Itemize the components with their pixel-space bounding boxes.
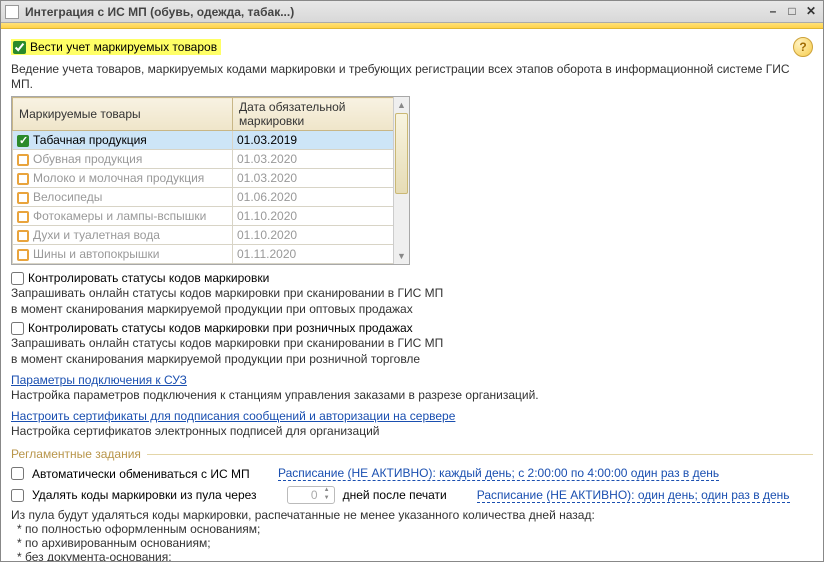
delete-codes-label: Удалять коды маркировки из пула через (32, 488, 257, 502)
auto-exchange-checkbox[interactable] (11, 467, 24, 480)
scroll-thumb[interactable] (395, 113, 408, 194)
row-date: 01.10.2020 (233, 207, 394, 226)
table-scrollbar[interactable]: ▲ ▼ (393, 97, 409, 264)
maximize-button[interactable]: □ (784, 5, 800, 19)
control-retail-sub2: в момент сканирования маркируемой продук… (11, 352, 813, 367)
section-divider (147, 454, 813, 455)
products-table-wrap: Маркируемые товары Дата обязательной мар… (11, 96, 410, 265)
row-name: Шины и автопокрышки (33, 247, 159, 261)
close-button[interactable]: ✕ (803, 5, 819, 19)
control-sub2: в момент сканирования маркируемой продук… (11, 302, 813, 317)
help-icon[interactable]: ? (793, 37, 813, 57)
section-title-text: Регламентные задания (11, 447, 141, 461)
content-area: Вести учет маркируемых товаров ? Ведение… (1, 29, 823, 561)
spin-down-icon[interactable]: ▼ (321, 495, 333, 503)
row-name: Молоко и молочная продукция (33, 171, 204, 185)
delete-codes-checkbox[interactable] (11, 489, 24, 502)
row-name: Духи и туалетная вода (33, 228, 160, 242)
control-statuses-checkbox[interactable] (11, 272, 24, 285)
products-table: Маркируемые товары Дата обязательной мар… (12, 97, 394, 264)
row-date: 01.11.2020 (233, 245, 394, 264)
main-checkbox-label: Вести учет маркируемых товаров (30, 40, 217, 54)
row-checkbox-icon[interactable] (17, 230, 29, 242)
row-name: Табачная продукция (33, 133, 147, 147)
row-name: Велосипеды (33, 190, 102, 204)
table-row[interactable]: Табачная продукция 01.03.2019 (13, 131, 394, 150)
main-checkbox[interactable] (13, 41, 26, 54)
row-checkbox-icon[interactable] (17, 249, 29, 261)
params-sub: Настройка параметров подключения к станц… (11, 388, 813, 403)
days-value: 0 (311, 488, 318, 502)
footnote-intro: Из пула будут удаляться коды маркировки,… (11, 508, 813, 522)
days-input[interactable]: 0 ▲ ▼ (287, 486, 335, 504)
table-row[interactable]: Духи и туалетная вода 01.10.2020 (13, 226, 394, 245)
certs-link[interactable]: Настроить сертификаты для подписания соо… (11, 409, 455, 423)
control-retail-sub1: Запрашивать онлайн статусы кодов маркиро… (11, 336, 813, 351)
main-checkbox-wrap: Вести учет маркируемых товаров (11, 39, 221, 55)
scroll-up-icon[interactable]: ▲ (394, 97, 409, 113)
row-checkbox-icon[interactable] (17, 154, 29, 166)
table-row[interactable]: Обувная продукция 01.03.2020 (13, 150, 394, 169)
window-frame: Интеграция с ИС МП (обувь, одежда, табак… (0, 0, 824, 562)
auto-schedule-link[interactable]: Расписание (НЕ АКТИВНО): каждый день; с … (278, 466, 719, 481)
row-date: 01.03.2020 (233, 169, 394, 188)
row-checkbox-icon[interactable] (17, 211, 29, 223)
col-date[interactable]: Дата обязательной маркировки (233, 98, 394, 131)
certs-sub: Настройка сертификатов электронных подпи… (11, 424, 813, 439)
params-link[interactable]: Параметры подключения к СУЗ (11, 373, 187, 387)
footnotes: Из пула будут удаляться коды маркировки,… (11, 508, 813, 561)
footnote-1: * по полностью оформленным основаниям; (17, 522, 813, 536)
table-row[interactable]: Шины и автопокрышки 01.11.2020 (13, 245, 394, 264)
section-title: Регламентные задания (11, 447, 813, 461)
control-statuses-label: Контролировать статусы кодов маркировки (28, 271, 269, 285)
table-row[interactable]: Велосипеды 01.06.2020 (13, 188, 394, 207)
row-checkbox-icon[interactable] (17, 173, 29, 185)
scroll-down-icon[interactable]: ▼ (394, 248, 409, 264)
row-name: Фотокамеры и лампы-вспышки (33, 209, 206, 223)
footnote-3: * без документа-основания; (17, 550, 813, 561)
control-sub1: Запрашивать онлайн статусы кодов маркиро… (11, 286, 813, 301)
window-title: Интеграция с ИС МП (обувь, одежда, табак… (25, 5, 762, 19)
row-date: 01.06.2020 (233, 188, 394, 207)
row-checkbox-icon[interactable] (17, 135, 29, 147)
control-retail-label: Контролировать статусы кодов маркировки … (28, 321, 413, 335)
minimize-button[interactable]: – (765, 5, 781, 19)
spin-up-icon[interactable]: ▲ (321, 487, 333, 495)
control-retail-checkbox[interactable] (11, 322, 24, 335)
row-date: 01.10.2020 (233, 226, 394, 245)
titlebar: Интеграция с ИС МП (обувь, одежда, табак… (1, 1, 823, 23)
row-checkbox-icon[interactable] (17, 192, 29, 204)
table-row[interactable]: Молоко и молочная продукция 01.03.2020 (13, 169, 394, 188)
document-icon (5, 5, 19, 19)
row-name: Обувная продукция (33, 152, 142, 166)
col-product[interactable]: Маркируемые товары (13, 98, 233, 131)
delete-schedule-link[interactable]: Расписание (НЕ АКТИВНО): один день; один… (477, 488, 790, 503)
scroll-track[interactable] (394, 113, 409, 248)
auto-exchange-label: Автоматически обмениваться с ИС МП (32, 467, 252, 481)
footnote-2: * по архивированным основаниям; (17, 536, 813, 550)
row-date: 01.03.2019 (233, 131, 394, 150)
description-text: Ведение учета товаров, маркируемых кодам… (11, 62, 813, 92)
after-print-label: дней после печати (343, 488, 447, 502)
row-date: 01.03.2020 (233, 150, 394, 169)
table-row[interactable]: Фотокамеры и лампы-вспышки 01.10.2020 (13, 207, 394, 226)
